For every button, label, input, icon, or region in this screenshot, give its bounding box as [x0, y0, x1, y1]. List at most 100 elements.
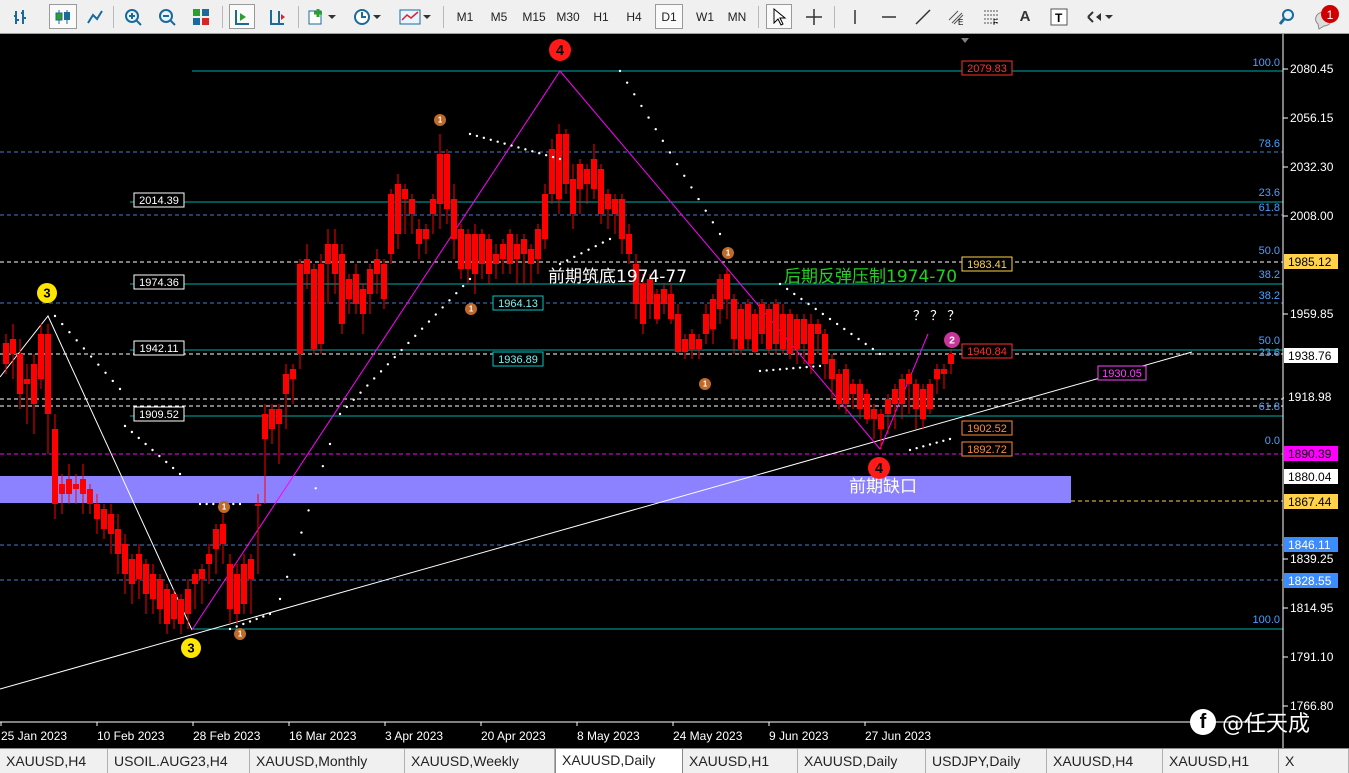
timeframe-m15[interactable]: M15 — [519, 4, 549, 29]
zoom-out-icon[interactable] — [154, 4, 180, 29]
tab-xauusd-monthly[interactable]: XAUUSD,Monthly — [250, 749, 405, 773]
text-label-icon[interactable]: T — [1046, 4, 1072, 29]
sar-dot — [915, 446, 918, 450]
timeframe-w1[interactable]: W1 — [691, 4, 719, 29]
templates-menu-icon[interactable] — [395, 4, 435, 29]
question-marks: ？ ？ ？ — [913, 309, 960, 324]
svg-text:E: E — [958, 18, 963, 26]
line-chart-icon[interactable] — [82, 4, 108, 29]
sar-dot — [212, 502, 215, 506]
sar-dot — [654, 128, 657, 131]
bar-chart-icon[interactable] — [8, 4, 34, 29]
timeframe-m5[interactable]: M5 — [486, 4, 512, 29]
sar-dot — [928, 443, 932, 446]
candle-body — [493, 254, 499, 264]
level-label-2014: 2014.39 — [139, 195, 179, 207]
equidistant-channel-icon[interactable]: E — [944, 4, 970, 29]
sar-dot — [352, 398, 355, 401]
sar-dot — [68, 331, 71, 334]
tab-overflow[interactable]: X — [1279, 749, 1349, 773]
cursor-icon[interactable] — [766, 4, 792, 29]
sar-dot — [778, 282, 782, 286]
candle-body — [66, 479, 72, 494]
sar-dot — [427, 320, 431, 323]
candle-body — [899, 379, 905, 404]
timeframe-h4[interactable]: H4 — [621, 4, 647, 29]
price-chart[interactable]: 2014.39 1974.36 1942.11 1909.52 1964.13 1936.… — [0, 34, 1349, 748]
candlestick-chart-icon[interactable] — [49, 4, 77, 29]
candle-body — [248, 559, 254, 579]
vertical-line-icon[interactable] — [842, 4, 868, 29]
tab-usoil-h4[interactable]: USOIL.AUG23,H4 — [108, 749, 250, 773]
candle-body — [220, 524, 226, 544]
tile-windows-icon[interactable] — [188, 4, 214, 29]
auto-scroll-icon[interactable] — [229, 4, 255, 29]
timeframe-mn[interactable]: MN — [723, 4, 751, 29]
timeframe-h1[interactable]: H1 — [588, 4, 614, 29]
sar-dot — [601, 241, 605, 244]
sar-dot — [608, 237, 612, 241]
candle-body — [444, 154, 450, 209]
tab-xauusd-daily-active[interactable]: XAUUSD,Daily — [555, 749, 683, 773]
tab-xauusd-daily[interactable]: XAUUSD,Daily — [798, 749, 926, 773]
sar-dot — [118, 387, 122, 391]
candle-body — [612, 199, 618, 214]
sar-dot — [482, 136, 486, 140]
tab-usdjpy-daily[interactable]: USDJPY,Daily — [926, 749, 1047, 773]
sar-dot — [379, 370, 383, 373]
sar-dot — [922, 445, 925, 448]
sar-dot — [278, 597, 282, 601]
sar-dot — [178, 472, 182, 476]
arrows-menu-icon[interactable] — [1080, 4, 1118, 29]
fibonacci-icon[interactable]: F — [978, 4, 1004, 29]
tab-xauusd-h4[interactable]: XAUUSD,H4 — [0, 749, 108, 773]
indicators-menu-icon[interactable] — [305, 4, 339, 29]
sar-dot — [137, 436, 140, 440]
candle-body — [927, 384, 933, 409]
crosshair-icon[interactable] — [801, 4, 827, 29]
timeframe-d1[interactable]: D1 — [655, 4, 683, 29]
text-tool-icon[interactable]: A — [1012, 4, 1038, 29]
tab-xauusd-h1-2[interactable]: XAUUSD,H1 — [1163, 749, 1279, 773]
sar-dot — [871, 347, 875, 351]
notifications-icon[interactable]: 1 — [1310, 4, 1344, 30]
sar-dot — [475, 134, 479, 138]
candle-body — [794, 319, 800, 349]
candle-body — [234, 574, 240, 614]
candle-body — [479, 234, 485, 264]
sar-dot — [53, 314, 57, 318]
author-watermark: f @任天成 — [1190, 706, 1310, 738]
candle-body — [563, 134, 569, 184]
tab-xauusd-h1[interactable]: XAUUSD,H1 — [683, 749, 798, 773]
candle-body — [241, 564, 247, 604]
sar-dot — [765, 369, 768, 372]
search-icon[interactable] — [1274, 4, 1300, 29]
sar-dot — [814, 307, 817, 311]
notification-count: 1 — [1327, 8, 1334, 22]
level-label-1902: 1902.52 — [967, 423, 1007, 435]
horizontal-line-icon[interactable] — [876, 4, 902, 29]
candle-body — [318, 264, 324, 344]
sar-dot — [800, 297, 803, 301]
sar-dot — [544, 153, 548, 157]
candle-body — [521, 239, 527, 254]
candle-body — [276, 409, 282, 424]
sar-dot — [704, 209, 707, 212]
sar-dot — [328, 442, 332, 446]
candle-body — [766, 309, 772, 349]
candle-body — [87, 489, 93, 504]
candle-body — [640, 284, 646, 324]
candle-body — [73, 484, 79, 489]
tab-xauusd-weekly[interactable]: XAUUSD,Weekly — [405, 749, 555, 773]
periods-menu-icon[interactable] — [348, 4, 386, 29]
zoom-in-icon[interactable] — [120, 4, 146, 29]
trendline-icon[interactable] — [910, 4, 936, 29]
sar-dot — [61, 322, 64, 326]
chart-shift-icon[interactable] — [264, 4, 290, 29]
timeframe-m1[interactable]: M1 — [452, 4, 478, 29]
candle-body — [661, 289, 667, 304]
tab-xauusd-h4-2[interactable]: XAUUSD,H4 — [1047, 749, 1163, 773]
timeframe-m30[interactable]: M30 — [553, 4, 583, 29]
sar-dot — [420, 327, 424, 330]
sar-dot — [338, 412, 342, 416]
